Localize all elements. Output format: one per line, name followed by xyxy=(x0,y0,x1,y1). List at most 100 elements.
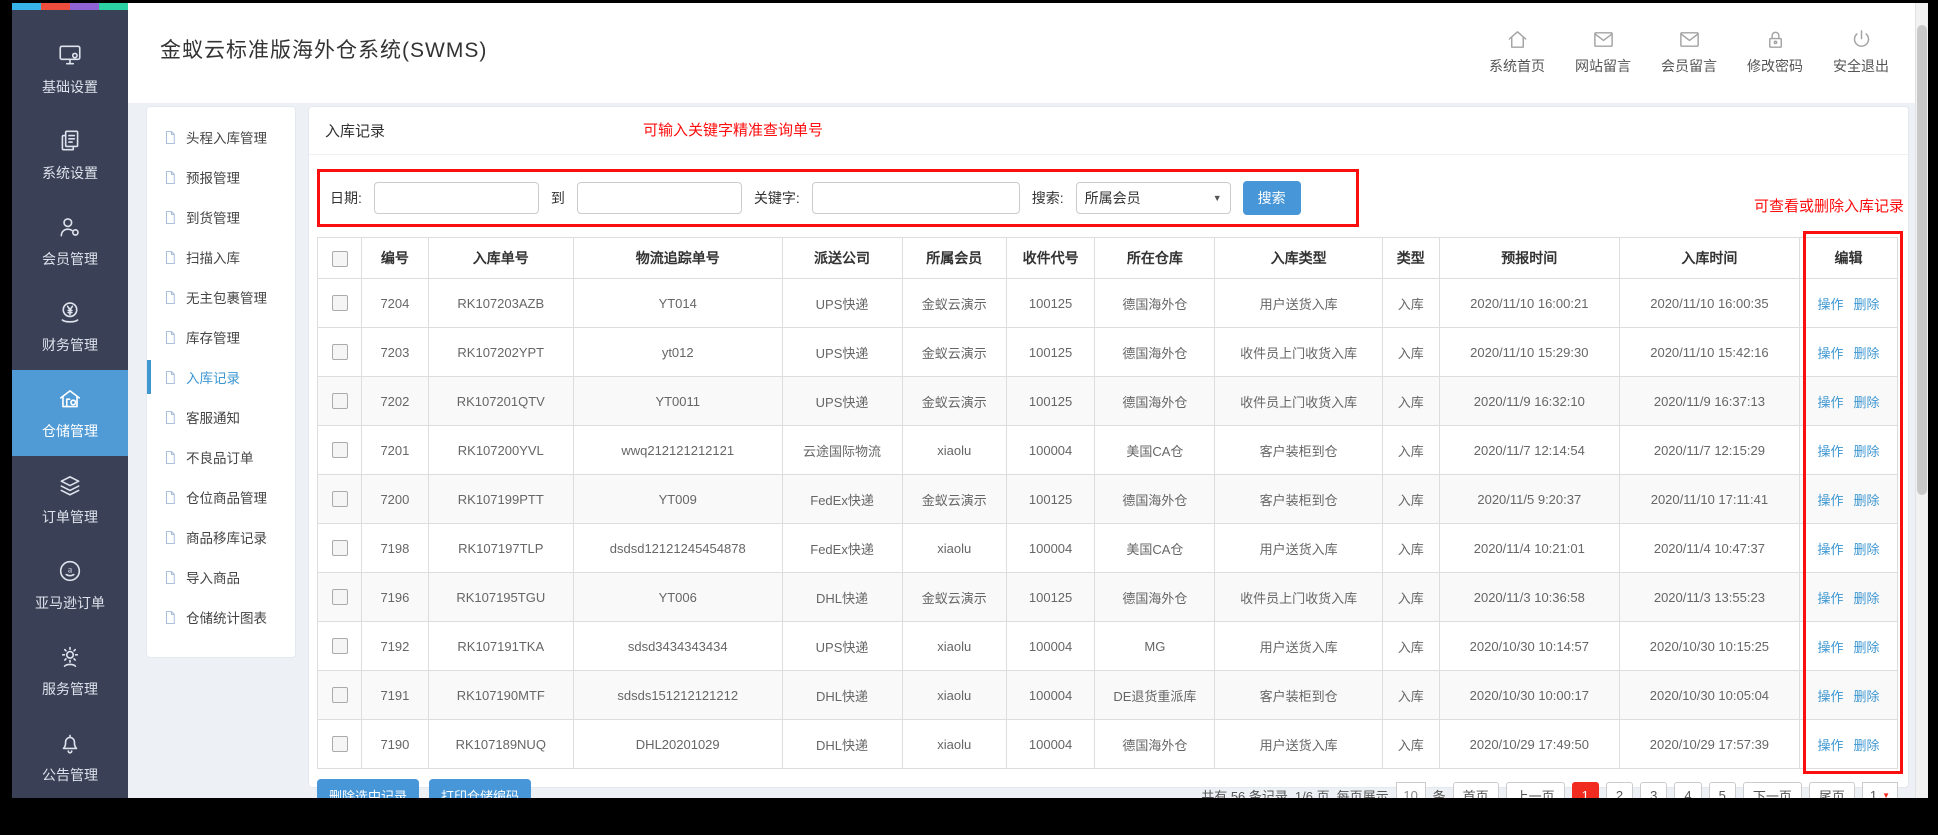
action-delete-link[interactable]: 删除 xyxy=(1853,444,1879,459)
row-checkbox[interactable] xyxy=(332,442,348,458)
cell-warehouse: 德国海外仓 xyxy=(1095,720,1215,769)
action-delete-link[interactable]: 删除 xyxy=(1853,297,1879,312)
row-checkbox[interactable] xyxy=(332,393,348,409)
page-jump-select[interactable]: 1 ▼ xyxy=(1862,782,1898,798)
page-button-3[interactable]: 3 xyxy=(1640,782,1667,799)
action-view-link[interactable]: 操作 xyxy=(1817,395,1843,410)
action-delete-link[interactable]: 删除 xyxy=(1853,738,1879,753)
cell-tracking-no: YT006 xyxy=(573,573,782,622)
topnav-item-site-messages[interactable]: 网站留言 xyxy=(1575,28,1631,76)
doc-icon xyxy=(163,370,178,385)
page-button-4[interactable]: 4 xyxy=(1674,782,1701,799)
cell-forecast-time: 2020/11/7 12:14:54 xyxy=(1439,426,1619,475)
row-checkbox[interactable] xyxy=(332,638,348,654)
cell-recipient-code: 100004 xyxy=(1006,720,1094,769)
row-checkbox[interactable] xyxy=(332,295,348,311)
submenu-item-inbound-records[interactable]: 入库记录 xyxy=(147,357,295,397)
submenu-item-scan-inbound[interactable]: 扫描入库 xyxy=(147,237,295,277)
sidebar-item-order-management[interactable]: 订单管理 xyxy=(12,456,128,542)
home-icon xyxy=(1506,28,1529,51)
submenu-item-inventory-management[interactable]: 库存管理 xyxy=(147,317,295,357)
sidebar-item-service-management[interactable]: 服务管理 xyxy=(12,628,128,714)
submenu-item-warehouse-statistics[interactable]: 仓储统计图表 xyxy=(147,597,295,637)
sidebar-item-system-settings[interactable]: 系统设置 xyxy=(12,112,128,198)
action-view-link[interactable]: 操作 xyxy=(1817,640,1843,655)
cell-actions: 操作删除 xyxy=(1799,279,1897,328)
row-checkbox[interactable] xyxy=(332,589,348,605)
sidebar-item-amazon-orders[interactable]: a亚马逊订单 xyxy=(12,542,128,628)
row-checkbox[interactable] xyxy=(332,344,348,360)
sidebar-item-announcement-management[interactable]: 公告管理 xyxy=(12,714,128,798)
cell-order-no: RK107190MTF xyxy=(428,671,573,720)
table-row: 7198RK107197TLPdsdsd12121245454878FedEx快… xyxy=(318,524,1898,573)
action-view-link[interactable]: 操作 xyxy=(1817,738,1843,753)
submenu-item-defective-orders[interactable]: 不良品订单 xyxy=(147,437,295,477)
table-row: 7203RK107202YPTyt012UPS快递金蚁云演示100125德国海外… xyxy=(318,328,1898,377)
action-view-link[interactable]: 操作 xyxy=(1817,542,1843,557)
submenu-item-label: 库存管理 xyxy=(186,327,240,347)
select-all-checkbox[interactable] xyxy=(332,251,348,267)
date-to-input[interactable] xyxy=(577,182,742,214)
action-view-link[interactable]: 操作 xyxy=(1817,346,1843,361)
cell-inbound-time: 2020/11/10 17:11:41 xyxy=(1619,475,1799,524)
keyword-input[interactable] xyxy=(812,182,1020,214)
submenu-item-customer-service-notice[interactable]: 客服通知 xyxy=(147,397,295,437)
topnav-item-home[interactable]: 系统首页 xyxy=(1489,28,1545,76)
per-page-input[interactable]: 10 xyxy=(1396,782,1426,798)
search-type-select[interactable]: 所属会员 ▼ xyxy=(1076,182,1231,214)
main-column: 金蚁云标准版海外仓系统(SWMS) 系统首页网站留言会员留言修改密码安全退出 头… xyxy=(128,3,1915,798)
records-table: 编号入库单号物流追踪单号派送公司所属会员收件代号所在仓库入库类型类型预报时间入库… xyxy=(317,237,1898,769)
row-checkbox[interactable] xyxy=(332,736,348,752)
action-delete-link[interactable]: 删除 xyxy=(1853,689,1879,704)
submenu-item-unclaimed-packages[interactable]: 无主包裹管理 xyxy=(147,277,295,317)
action-view-link[interactable]: 操作 xyxy=(1817,444,1843,459)
page-button-1[interactable]: 1 xyxy=(1572,782,1599,799)
cell-warehouse: 德国海外仓 xyxy=(1095,279,1215,328)
delete-selected-button[interactable]: 删除选中记录 xyxy=(317,779,419,798)
sidebar-item-member-management[interactable]: 会员管理 xyxy=(12,198,128,284)
app-window: 基础设置系统设置会员管理财务管理仓储管理订单管理a亚马逊订单服务管理公告管理 金… xyxy=(12,3,1928,798)
topnav-item-logout[interactable]: 安全退出 xyxy=(1833,28,1889,76)
cell-tracking-no: YT0011 xyxy=(573,377,782,426)
topnav-item-change-password[interactable]: 修改密码 xyxy=(1747,28,1803,76)
sidebar-item-finance-management[interactable]: 财务管理 xyxy=(12,284,128,370)
action-view-link[interactable]: 操作 xyxy=(1817,689,1843,704)
action-delete-link[interactable]: 删除 xyxy=(1853,395,1879,410)
action-delete-link[interactable]: 删除 xyxy=(1853,542,1879,557)
first-page-button[interactable]: 首页 xyxy=(1453,782,1499,799)
action-view-link[interactable]: 操作 xyxy=(1817,297,1843,312)
cell-member: xiaolu xyxy=(902,524,1006,573)
cell-recipient-code: 100004 xyxy=(1006,426,1094,475)
vertical-scrollbar[interactable] xyxy=(1915,3,1928,798)
sidebar-item-warehouse-management[interactable]: 仓储管理 xyxy=(12,370,128,456)
next-page-button[interactable]: 下一页 xyxy=(1743,782,1802,799)
action-delete-link[interactable]: 删除 xyxy=(1853,640,1879,655)
row-checkbox[interactable] xyxy=(332,540,348,556)
action-delete-link[interactable]: 删除 xyxy=(1853,346,1879,361)
date-from-input[interactable] xyxy=(374,182,539,214)
sidebar-item-basic-settings[interactable]: 基础设置 xyxy=(12,26,128,112)
print-codes-button[interactable]: 打印仓储编码 xyxy=(429,779,531,798)
prev-page-button[interactable]: 上一页 xyxy=(1506,782,1565,799)
action-delete-link[interactable]: 删除 xyxy=(1853,493,1879,508)
submenu-item-first-leg-inbound[interactable]: 头程入库管理 xyxy=(147,117,295,157)
action-view-link[interactable]: 操作 xyxy=(1817,493,1843,508)
submenu-item-forecast-management[interactable]: 预报管理 xyxy=(147,157,295,197)
page-button-5[interactable]: 5 xyxy=(1709,782,1736,799)
action-view-link[interactable]: 操作 xyxy=(1817,591,1843,606)
row-checkbox[interactable] xyxy=(332,687,348,703)
last-page-button[interactable]: 尾页 xyxy=(1809,782,1855,799)
monitor-gear-icon xyxy=(57,42,83,68)
topnav-item-member-messages[interactable]: 会员留言 xyxy=(1661,28,1717,76)
row-checkbox[interactable] xyxy=(332,491,348,507)
submenu-item-import-products[interactable]: 导入商品 xyxy=(147,557,295,597)
cell-courier: UPS快递 xyxy=(782,377,902,426)
scrollbar-thumb[interactable] xyxy=(1917,25,1927,495)
submenu-item-bin-product-management[interactable]: 仓位商品管理 xyxy=(147,477,295,517)
page-button-2[interactable]: 2 xyxy=(1606,782,1633,799)
date-to-label: 到 xyxy=(551,188,565,208)
submenu-item-product-transfer-records[interactable]: 商品移库记录 xyxy=(147,517,295,557)
action-delete-link[interactable]: 删除 xyxy=(1853,591,1879,606)
search-button[interactable]: 搜索 xyxy=(1243,181,1301,215)
submenu-item-arrival-management[interactable]: 到货管理 xyxy=(147,197,295,237)
